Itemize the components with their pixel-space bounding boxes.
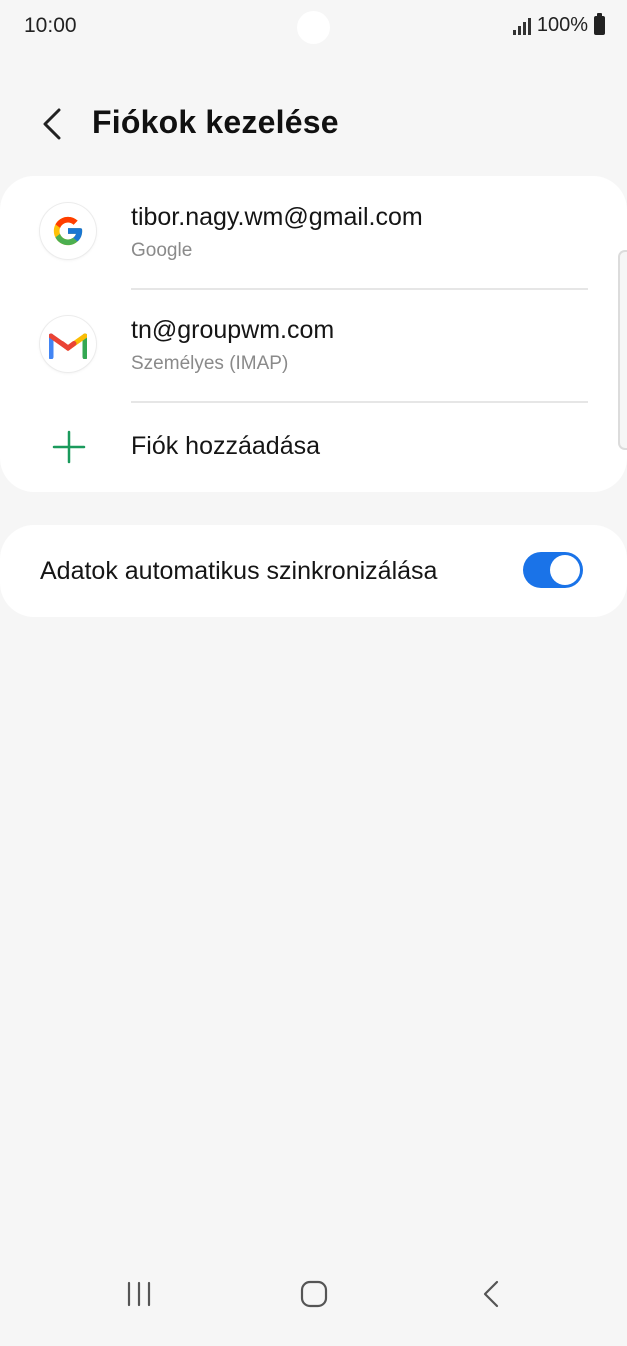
home-button[interactable] <box>292 1272 336 1316</box>
sync-toggle[interactable] <box>523 552 583 588</box>
home-icon <box>300 1280 328 1308</box>
nav-back-icon <box>483 1280 499 1308</box>
sync-label: Adatok automatikus szinkronizálása <box>40 557 438 585</box>
account-row-imap[interactable]: tn@groupwm.com Személyes (IMAP) <box>0 289 627 401</box>
chevron-left-icon <box>43 108 61 140</box>
recent-apps-button[interactable] <box>117 1272 161 1316</box>
camera-cutout <box>297 11 330 44</box>
account-email: tn@groupwm.com <box>131 316 335 344</box>
battery-percent: 100% <box>536 14 588 36</box>
account-email: tibor.nagy.wm@gmail.com <box>131 203 423 231</box>
battery-icon <box>594 13 605 35</box>
accounts-card: tibor.nagy.wm@gmail.com Google tn@groupw… <box>0 176 627 492</box>
add-account-button[interactable]: Fiók hozzáadása <box>0 402 627 492</box>
status-indicators: 100% <box>512 13 605 37</box>
back-button[interactable] <box>30 102 74 146</box>
account-type: Személyes (IMAP) <box>131 353 289 374</box>
account-type: Google <box>131 240 193 261</box>
page-title: Fiókok kezelése <box>92 104 339 140</box>
recent-apps-icon <box>127 1281 151 1307</box>
nav-back-button[interactable] <box>469 1272 513 1316</box>
sync-card[interactable]: Adatok automatikus szinkronizálása <box>0 525 627 617</box>
status-time: 10:00 <box>24 14 77 37</box>
header: Fiókok kezelése <box>0 90 627 158</box>
status-bar: 10:00 100% <box>0 0 627 56</box>
plus-icon <box>52 430 86 464</box>
navigation-bar <box>0 1256 627 1346</box>
toggle-knob <box>550 555 580 585</box>
google-icon <box>40 203 96 259</box>
add-account-label: Fiók hozzáadása <box>131 432 321 460</box>
account-row-google[interactable]: tibor.nagy.wm@gmail.com Google <box>0 176 627 288</box>
gmail-icon <box>40 316 96 372</box>
scroll-indicator[interactable] <box>618 250 627 450</box>
signal-icon <box>512 17 531 35</box>
